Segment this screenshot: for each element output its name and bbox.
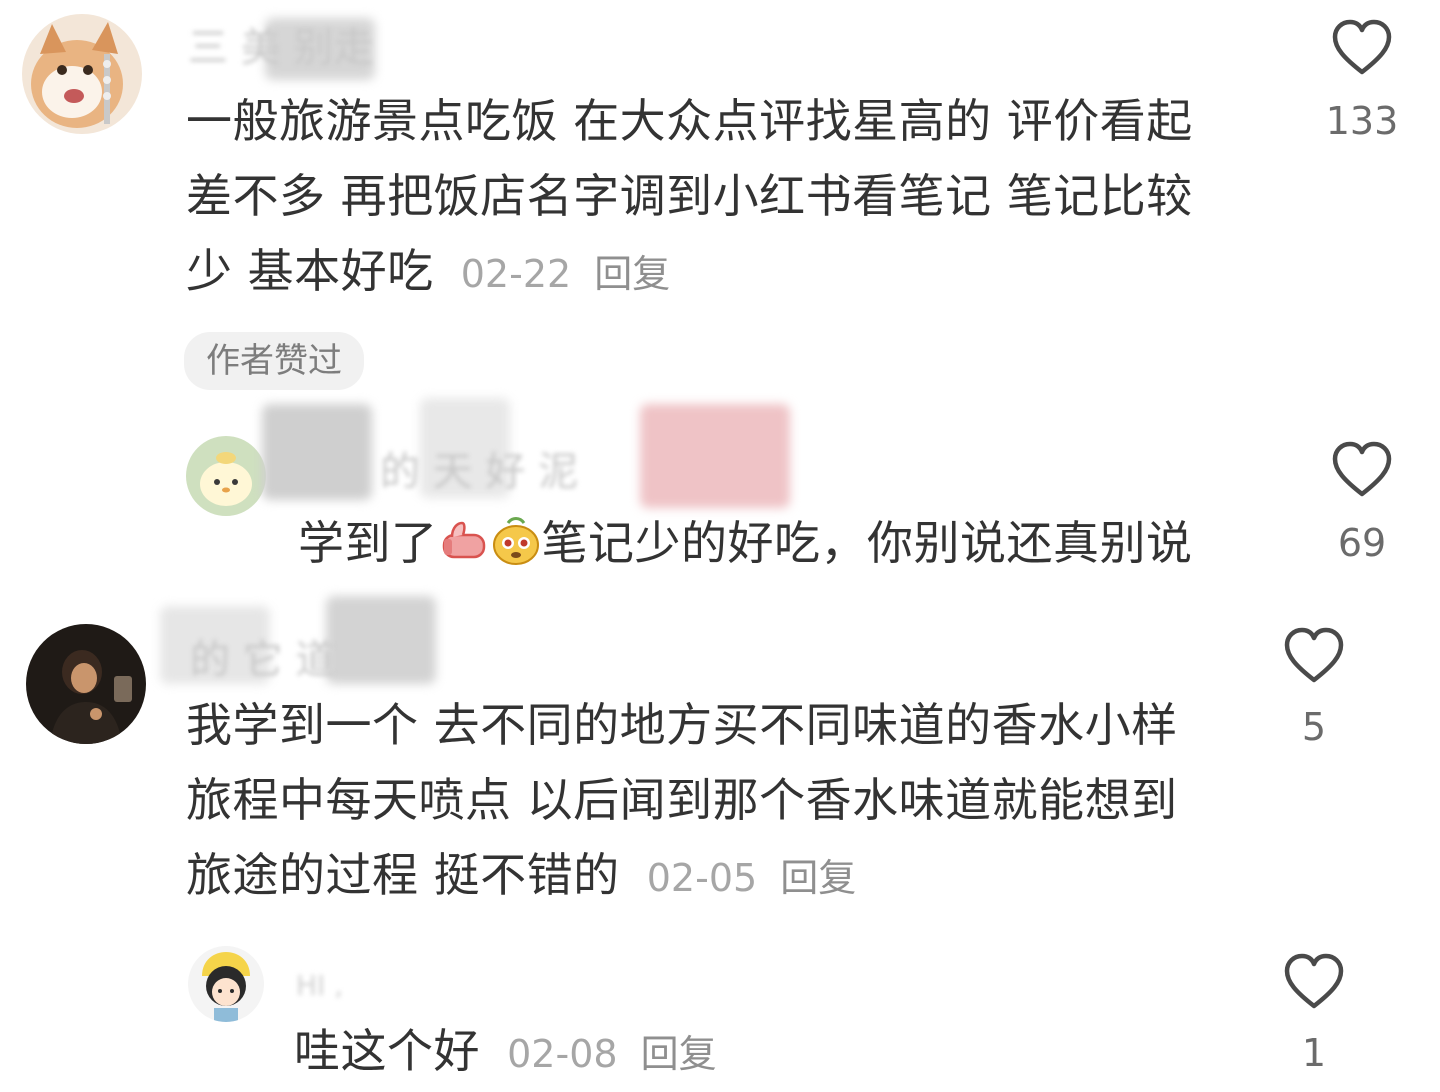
avatar[interactable] xyxy=(22,14,142,134)
reply-button[interactable]: 回复 xyxy=(594,252,670,296)
comment-line: 少 基本好吃 xyxy=(186,244,434,298)
comment-text-part: 学到了 xyxy=(298,516,438,570)
like-button[interactable] xyxy=(1330,438,1394,502)
comment-line-last: 少 基本好吃 02-22 回复 xyxy=(186,234,1286,312)
comment-line: 旅途的过程 挺不错的 xyxy=(186,848,620,902)
comment-date: 02-08 xyxy=(507,1032,618,1076)
person-avatar-image xyxy=(26,624,146,744)
comment-text-part: 笔记少的好吃，你别说还真别说 xyxy=(541,516,1193,570)
heart-icon xyxy=(1332,441,1392,497)
like-count: 133 xyxy=(1325,99,1399,143)
chick-avatar-image xyxy=(186,436,266,516)
reply-button[interactable]: 回复 xyxy=(641,1032,717,1076)
avatar[interactable] xyxy=(186,436,266,516)
like-count: 5 xyxy=(1301,705,1327,749)
username-redaction xyxy=(640,404,790,508)
like-button[interactable] xyxy=(1282,624,1346,688)
comment-line: 差不多 再把饭店名字调到小红书看笔记 笔记比较 xyxy=(186,169,1193,223)
cat-avatar-image xyxy=(22,14,142,134)
author-liked-badge: 作者赞过 xyxy=(184,332,364,390)
like-count: 1 xyxy=(1301,1031,1327,1075)
comment-date: 02-05 xyxy=(646,856,758,900)
comment-text: 学到了 笔记少的好吃，你别说还真别说 xyxy=(298,506,1298,581)
username[interactable]: 的 它 道 xyxy=(190,640,335,680)
username-redaction xyxy=(262,404,372,500)
girl-avatar-image xyxy=(188,946,264,1022)
username[interactable]: HI , xyxy=(296,972,343,1000)
comment-line: 我学到一个 去不同的地方买不同味道的香水小样 xyxy=(186,698,1178,752)
username[interactable]: 三 美 别走 xyxy=(188,28,373,68)
heart-icon xyxy=(1284,627,1344,683)
comment-line: 一般旅游景点吃饭 在大众点评找星高的 评价看起 xyxy=(186,94,1193,148)
like-count: 69 xyxy=(1337,521,1387,565)
comment-line-last: 旅途的过程 挺不错的 02-05 回复 xyxy=(186,838,1246,916)
heart-icon xyxy=(1284,953,1344,1009)
comment-text: 哇这个好 02-08 回复 xyxy=(294,1014,1194,1092)
username-redaction xyxy=(326,596,436,684)
thumbs-up-emoji-icon xyxy=(438,515,490,567)
comment-line: 哇这个好 xyxy=(294,1024,480,1078)
comment-text: 一般旅游景点吃饭 在大众点评找星高的 评价看起 差不多 再把饭店名字调到小红书看… xyxy=(186,84,1286,312)
comment-line: 旅程中每天喷点 以后闻到那个香水味道就能想到 xyxy=(186,773,1178,827)
dog-emoji-icon xyxy=(490,515,542,567)
reply-button[interactable]: 回复 xyxy=(780,856,856,900)
like-button[interactable] xyxy=(1282,950,1346,1014)
avatar[interactable] xyxy=(26,624,146,744)
avatar[interactable] xyxy=(188,946,264,1022)
like-button[interactable] xyxy=(1330,16,1394,80)
comment-text: 我学到一个 去不同的地方买不同味道的香水小样 旅程中每天喷点 以后闻到那个香水味… xyxy=(186,688,1246,916)
comment-date: 02-22 xyxy=(460,252,572,296)
username[interactable]: 的 天 好 泥 xyxy=(380,452,578,492)
heart-icon xyxy=(1332,19,1392,75)
